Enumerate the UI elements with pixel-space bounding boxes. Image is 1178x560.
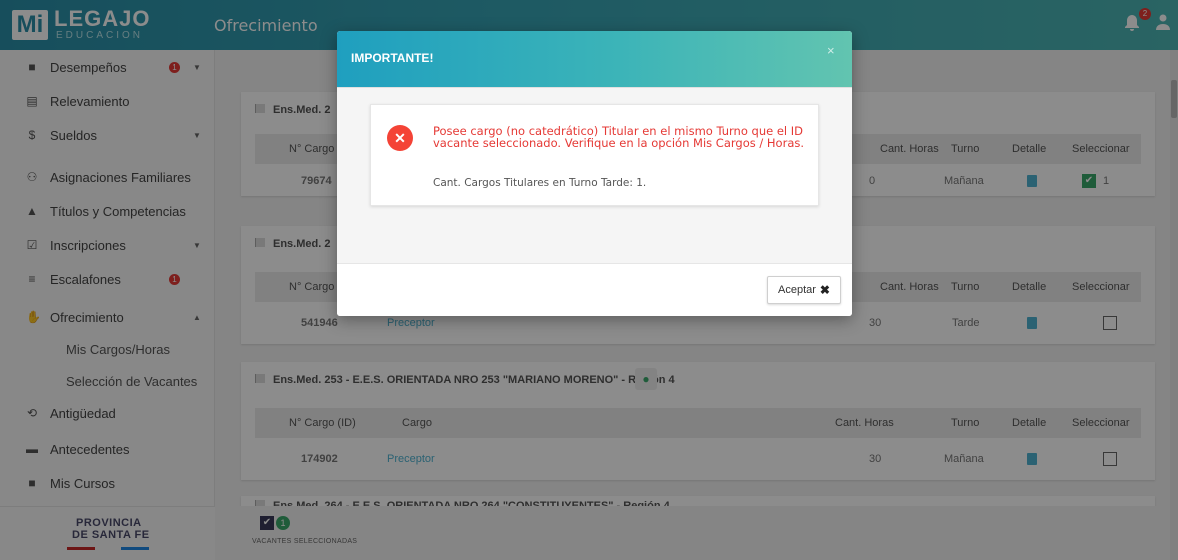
error-detail: Cant. Cargos Titulares en Turno Tarde: 1… (433, 177, 647, 189)
error-alert: ✕ Posee cargo (no catedrático) Titular e… (370, 104, 819, 206)
error-icon: ✕ (387, 125, 413, 151)
alert-dialog: IMPORTANTE! × ✕ Posee cargo (no catedrát… (337, 31, 852, 316)
dialog-footer: Aceptar ✖ (337, 263, 852, 316)
dialog-body: ✕ Posee cargo (no catedrático) Titular e… (337, 87, 852, 263)
error-message: Posee cargo (no catedrático) Titular en … (433, 124, 805, 150)
close-x-icon: ✖ (819, 283, 830, 297)
accept-button-label: Aceptar (778, 284, 816, 296)
close-icon[interactable]: × (827, 43, 835, 58)
dialog-title: IMPORTANTE! (351, 51, 434, 65)
accept-button[interactable]: Aceptar ✖ (767, 276, 841, 304)
dialog-header: IMPORTANTE! × (337, 31, 852, 87)
